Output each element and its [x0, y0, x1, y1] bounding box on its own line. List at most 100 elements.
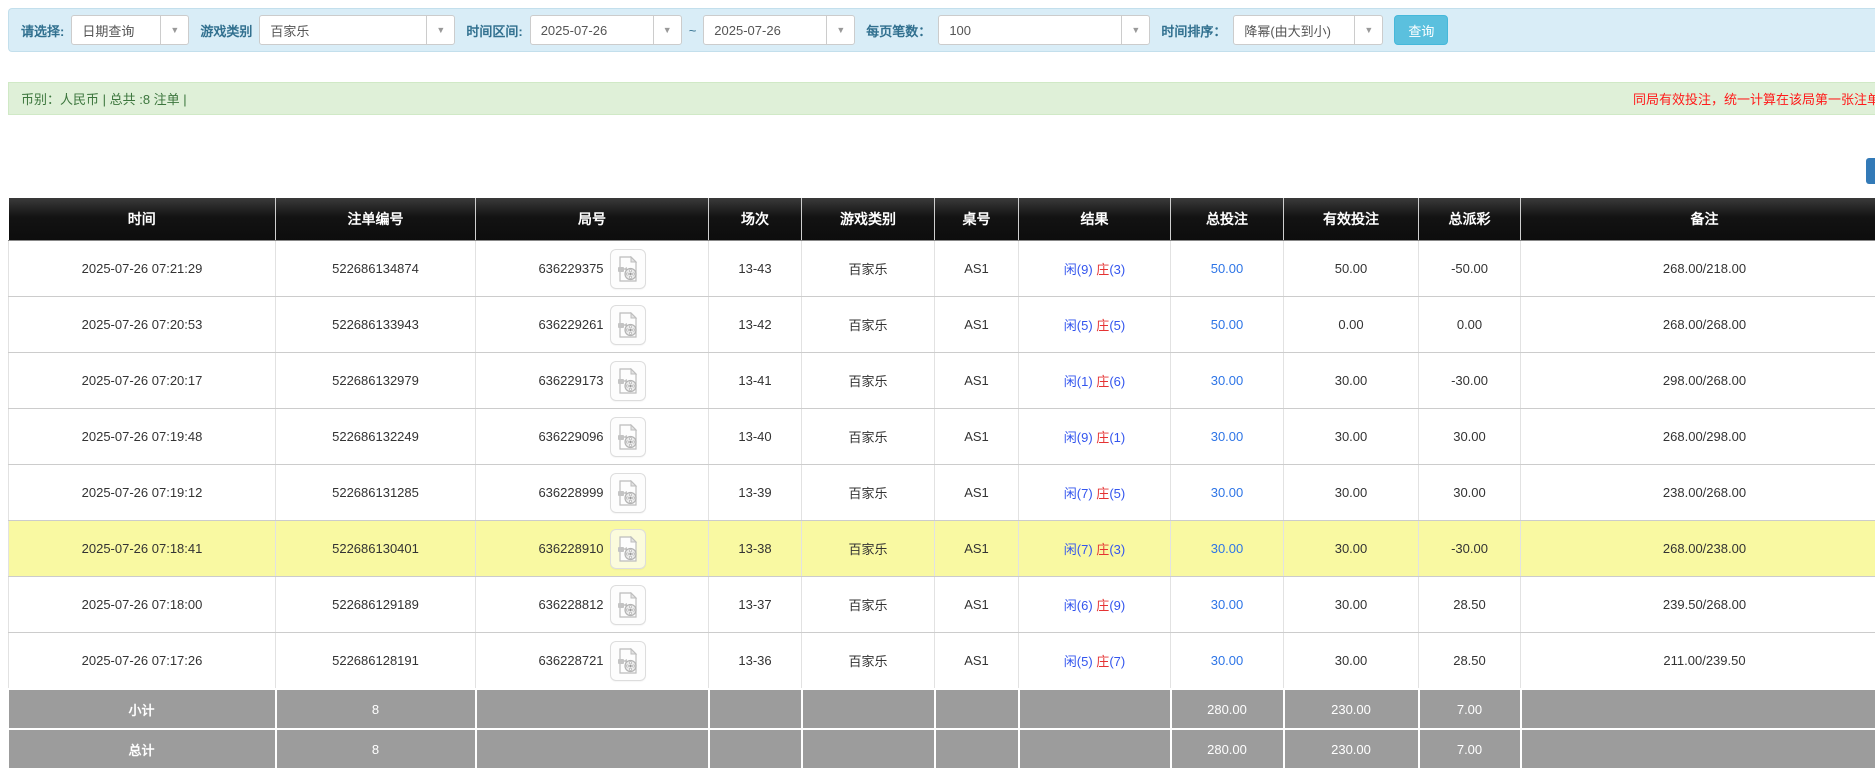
chevron-down-icon: ▼: [160, 16, 188, 44]
range-separator: ~: [689, 23, 697, 38]
result-banker-num: (5): [1109, 486, 1125, 501]
page-size-select[interactable]: 100 ▼: [938, 15, 1150, 45]
video-replay-icon[interactable]: [610, 473, 646, 513]
remark-cell: 239.50/268.00: [1521, 577, 1875, 633]
result-banker-num: (7): [1109, 654, 1125, 669]
subtotal-valid-bet: 230.00: [1284, 689, 1419, 729]
total-bet-link[interactable]: 30.00: [1211, 653, 1244, 668]
bet-record-row: 2025-07-26 07:20:53 522686133943 6362292…: [9, 297, 1875, 353]
query-button[interactable]: 查询: [1394, 15, 1448, 45]
total-bet-link[interactable]: 50.00: [1211, 261, 1244, 276]
date-from-value: 2025-07-26: [531, 23, 653, 38]
total-bet-link[interactable]: 30.00: [1211, 597, 1244, 612]
header-remark: 备注: [1521, 198, 1875, 241]
subtotal-payout: 7.00: [1419, 689, 1521, 729]
bet-record-row: 2025-07-26 07:20:17 522686132979 6362291…: [9, 353, 1875, 409]
header-table: 桌号: [935, 198, 1019, 241]
date-to-value: 2025-07-26: [704, 23, 826, 38]
result-banker: 庄: [1096, 374, 1109, 389]
total-bet-link[interactable]: 30.00: [1211, 541, 1244, 556]
time-cell: 2025-07-26 07:21:29: [9, 241, 276, 297]
query-type-select[interactable]: 日期查询 ▼: [71, 15, 189, 45]
table-no-cell: AS1: [935, 465, 1019, 521]
filter-toolbar: 请选择: 日期查询 ▼ 游戏类别 百家乐 ▼ 时间区间: 2025-07-26 …: [8, 8, 1875, 52]
video-replay-icon[interactable]: [610, 361, 646, 401]
payout-cell: -30.00: [1419, 353, 1521, 409]
round-cell: 636228812: [476, 577, 709, 633]
result-cell: 闲(5) 庄(7): [1019, 633, 1171, 690]
date-to-select[interactable]: 2025-07-26 ▼: [703, 15, 855, 45]
remark-cell: 268.00/218.00: [1521, 241, 1875, 297]
total-bet-link[interactable]: 30.00: [1211, 485, 1244, 500]
time-cell: 2025-07-26 07:19:48: [9, 409, 276, 465]
session-cell: 13-37: [709, 577, 802, 633]
session-cell: 13-36: [709, 633, 802, 690]
valid-bet-cell: 30.00: [1284, 353, 1419, 409]
result-player: 闲(6): [1064, 598, 1093, 613]
total-bet-cell: 30.00: [1171, 633, 1284, 690]
video-replay-icon[interactable]: [610, 585, 646, 625]
time-range-label: 时间区间:: [466, 21, 522, 40]
bet-id-cell: 522686132979: [276, 353, 476, 409]
valid-bet-cell: 0.00: [1284, 297, 1419, 353]
remark-cell: 268.00/298.00: [1521, 409, 1875, 465]
total-bet-link[interactable]: 30.00: [1211, 429, 1244, 444]
header-bet-id: 注单编号: [276, 198, 476, 241]
total-count: 8: [276, 729, 476, 768]
result-player: 闲(7): [1064, 486, 1093, 501]
result-cell: 闲(6) 庄(9): [1019, 577, 1171, 633]
header-time: 时间: [9, 198, 276, 241]
payout-cell: 30.00: [1419, 465, 1521, 521]
result-banker: 庄: [1096, 318, 1109, 333]
total-bet-link[interactable]: 30.00: [1211, 373, 1244, 388]
time-sort-select[interactable]: 降幂(由大到小) ▼: [1233, 15, 1383, 45]
game-category-label: 游戏类别: [200, 21, 252, 40]
round-cell: 636228910: [476, 521, 709, 577]
table-no-cell: AS1: [935, 297, 1019, 353]
bet-record-row: 2025-07-26 07:18:41 522686130401 6362289…: [9, 521, 1875, 577]
result-banker: 庄: [1096, 430, 1109, 445]
session-cell: 13-43: [709, 241, 802, 297]
video-replay-icon[interactable]: [610, 249, 646, 289]
result-banker-num: (6): [1109, 374, 1125, 389]
valid-bet-cell: 30.00: [1284, 633, 1419, 690]
remark-cell: 211.00/239.50: [1521, 633, 1875, 690]
bet-id-cell: 522686131285: [276, 465, 476, 521]
select-type-label: 请选择:: [21, 21, 64, 40]
session-cell: 13-40: [709, 409, 802, 465]
date-from-select[interactable]: 2025-07-26 ▼: [530, 15, 682, 45]
result-banker: 庄: [1096, 542, 1109, 557]
total-bet-cell: 30.00: [1171, 353, 1284, 409]
video-replay-icon[interactable]: [610, 529, 646, 569]
total-bet-link[interactable]: 50.00: [1211, 317, 1244, 332]
result-banker: 庄: [1096, 262, 1109, 277]
page-size-label: 每页笔数：: [866, 21, 931, 40]
header-session: 场次: [709, 198, 802, 241]
session-cell: 13-41: [709, 353, 802, 409]
video-replay-icon[interactable]: [610, 417, 646, 457]
remark-cell: 238.00/268.00: [1521, 465, 1875, 521]
total-bet-cell: 50.00: [1171, 241, 1284, 297]
time-cell: 2025-07-26 07:19:12: [9, 465, 276, 521]
table-no-cell: AS1: [935, 577, 1019, 633]
game-cell: 百家乐: [802, 409, 935, 465]
game-category-select[interactable]: 百家乐 ▼: [259, 15, 455, 45]
table-no-cell: AS1: [935, 353, 1019, 409]
result-banker: 庄: [1096, 654, 1109, 669]
video-replay-icon[interactable]: [610, 305, 646, 345]
header-valid-bet: 有效投注: [1284, 198, 1419, 241]
bet-id-cell: 522686130401: [276, 521, 476, 577]
bet-id-cell: 522686133943: [276, 297, 476, 353]
export-button-partial[interactable]: [1866, 158, 1875, 184]
round-number: 636228812: [538, 597, 603, 612]
round-cell: 636229173: [476, 353, 709, 409]
bet-records-table: 时间 注单编号 局号 场次 游戏类别 桌号 结果 总投注 有效投注 总派彩 备注…: [8, 198, 1875, 768]
session-cell: 13-39: [709, 465, 802, 521]
total-bet-cell: 30.00: [1171, 577, 1284, 633]
chevron-down-icon: ▼: [426, 16, 454, 44]
result-banker-num: (3): [1109, 542, 1125, 557]
total-bet-cell: 30.00: [1171, 409, 1284, 465]
time-cell: 2025-07-26 07:18:41: [9, 521, 276, 577]
video-replay-icon[interactable]: [610, 641, 646, 681]
bet-id-cell: 522686132249: [276, 409, 476, 465]
